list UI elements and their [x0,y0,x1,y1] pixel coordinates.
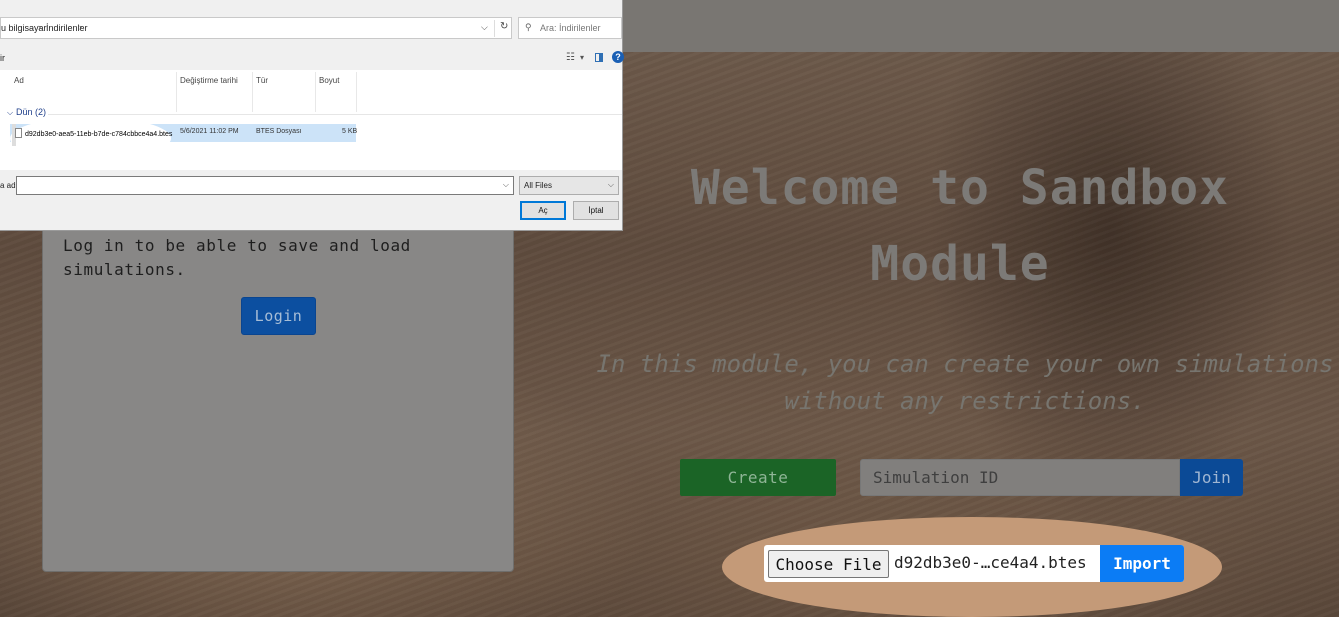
toolbar-organize[interactable]: ir [0,53,5,63]
file-open-dialog: u bilgisayar › İndirilenler › ⌵ ↻ ⚲ Ara:… [0,0,624,231]
login-button[interactable]: Login [241,297,316,335]
column-divider [252,72,253,112]
chevron-down-icon[interactable]: ⌵ [503,180,509,190]
open-button[interactable]: Aç [520,201,566,220]
column-header-type[interactable]: Tür [256,76,268,85]
address-row: u bilgisayar › İndirilenler › ⌵ ↻ ⚲ Ara:… [0,14,622,42]
chevron-down-icon[interactable]: ▾ [580,53,584,62]
group-label-yesterday[interactable]: Dün (2) [16,107,46,117]
file-icon [15,128,22,138]
file-type: BTES Dosyası [256,128,302,135]
file-name[interactable]: d92db3e0-aea5-11eb-b7de-c784cbbce4a4.bte… [25,131,172,138]
join-button[interactable]: Join [1180,459,1243,496]
chevron-down-icon[interactable]: ⌵ [7,108,13,118]
column-divider [176,72,177,112]
search-icon: ⚲ [525,22,532,32]
preview-pane-icon[interactable] [595,53,603,62]
cancel-button[interactable]: İptal [573,201,619,220]
chevron-right-icon: › [38,22,41,32]
create-button[interactable]: Create [680,459,836,496]
divider [494,20,495,37]
page-title: Welcome to Sandbox Module [690,160,1230,292]
login-prompt-text: Log in to be able to save and load simul… [63,236,411,279]
login-panel: Log in to be able to save and load simul… [42,225,514,572]
chosen-file-name: d92db3e0-…ce4a4.btes [894,553,1087,572]
file-size: 5 KB [342,128,358,135]
view-options-icon[interactable]: ☷ [566,52,575,63]
refresh-icon[interactable]: ↻ [500,21,508,32]
column-header-name[interactable]: Ad [14,76,24,85]
file-date: 5/6/2021 11:02 PM [180,128,239,135]
column-divider [356,72,357,112]
chevron-right-icon: › [79,22,82,32]
help-icon[interactable]: ? [612,51,624,63]
import-file-group: Choose File d92db3e0-…ce4a4.btes Import [764,545,1184,582]
import-button[interactable]: Import [1100,545,1184,582]
search-box[interactable]: ⚲ Ara: İndirilenler [518,17,622,39]
subtitle-line-1: In this module, you can create your own … [596,350,1334,378]
file-highlight-ellipse [10,117,171,160]
column-header-date[interactable]: Değiştirme tarihi [180,76,238,85]
chevron-down-icon: ⌵ [607,180,614,189]
chevron-down-icon[interactable]: ⌵ [481,22,488,33]
filetype-value: All Files [524,181,553,190]
choose-file-button[interactable]: Choose File [768,550,889,578]
simulation-id-input[interactable] [860,459,1180,496]
dialog-toolbar: ir ☷ ▾ ? [0,50,624,68]
page-subtitle: In this module, you can create your own … [580,346,1339,420]
divider [48,114,622,115]
column-header-size[interactable]: Boyut [319,76,339,85]
subtitle-line-2: without any restrictions. [784,387,1146,415]
search-placeholder: Ara: İndirilenler [540,23,601,33]
filename-input[interactable]: ⌵ [16,176,514,195]
address-bar[interactable]: u bilgisayar › İndirilenler › ⌵ ↻ [0,17,512,39]
filetype-select[interactable]: All Files ⌵ [519,176,619,195]
column-divider [315,72,316,112]
